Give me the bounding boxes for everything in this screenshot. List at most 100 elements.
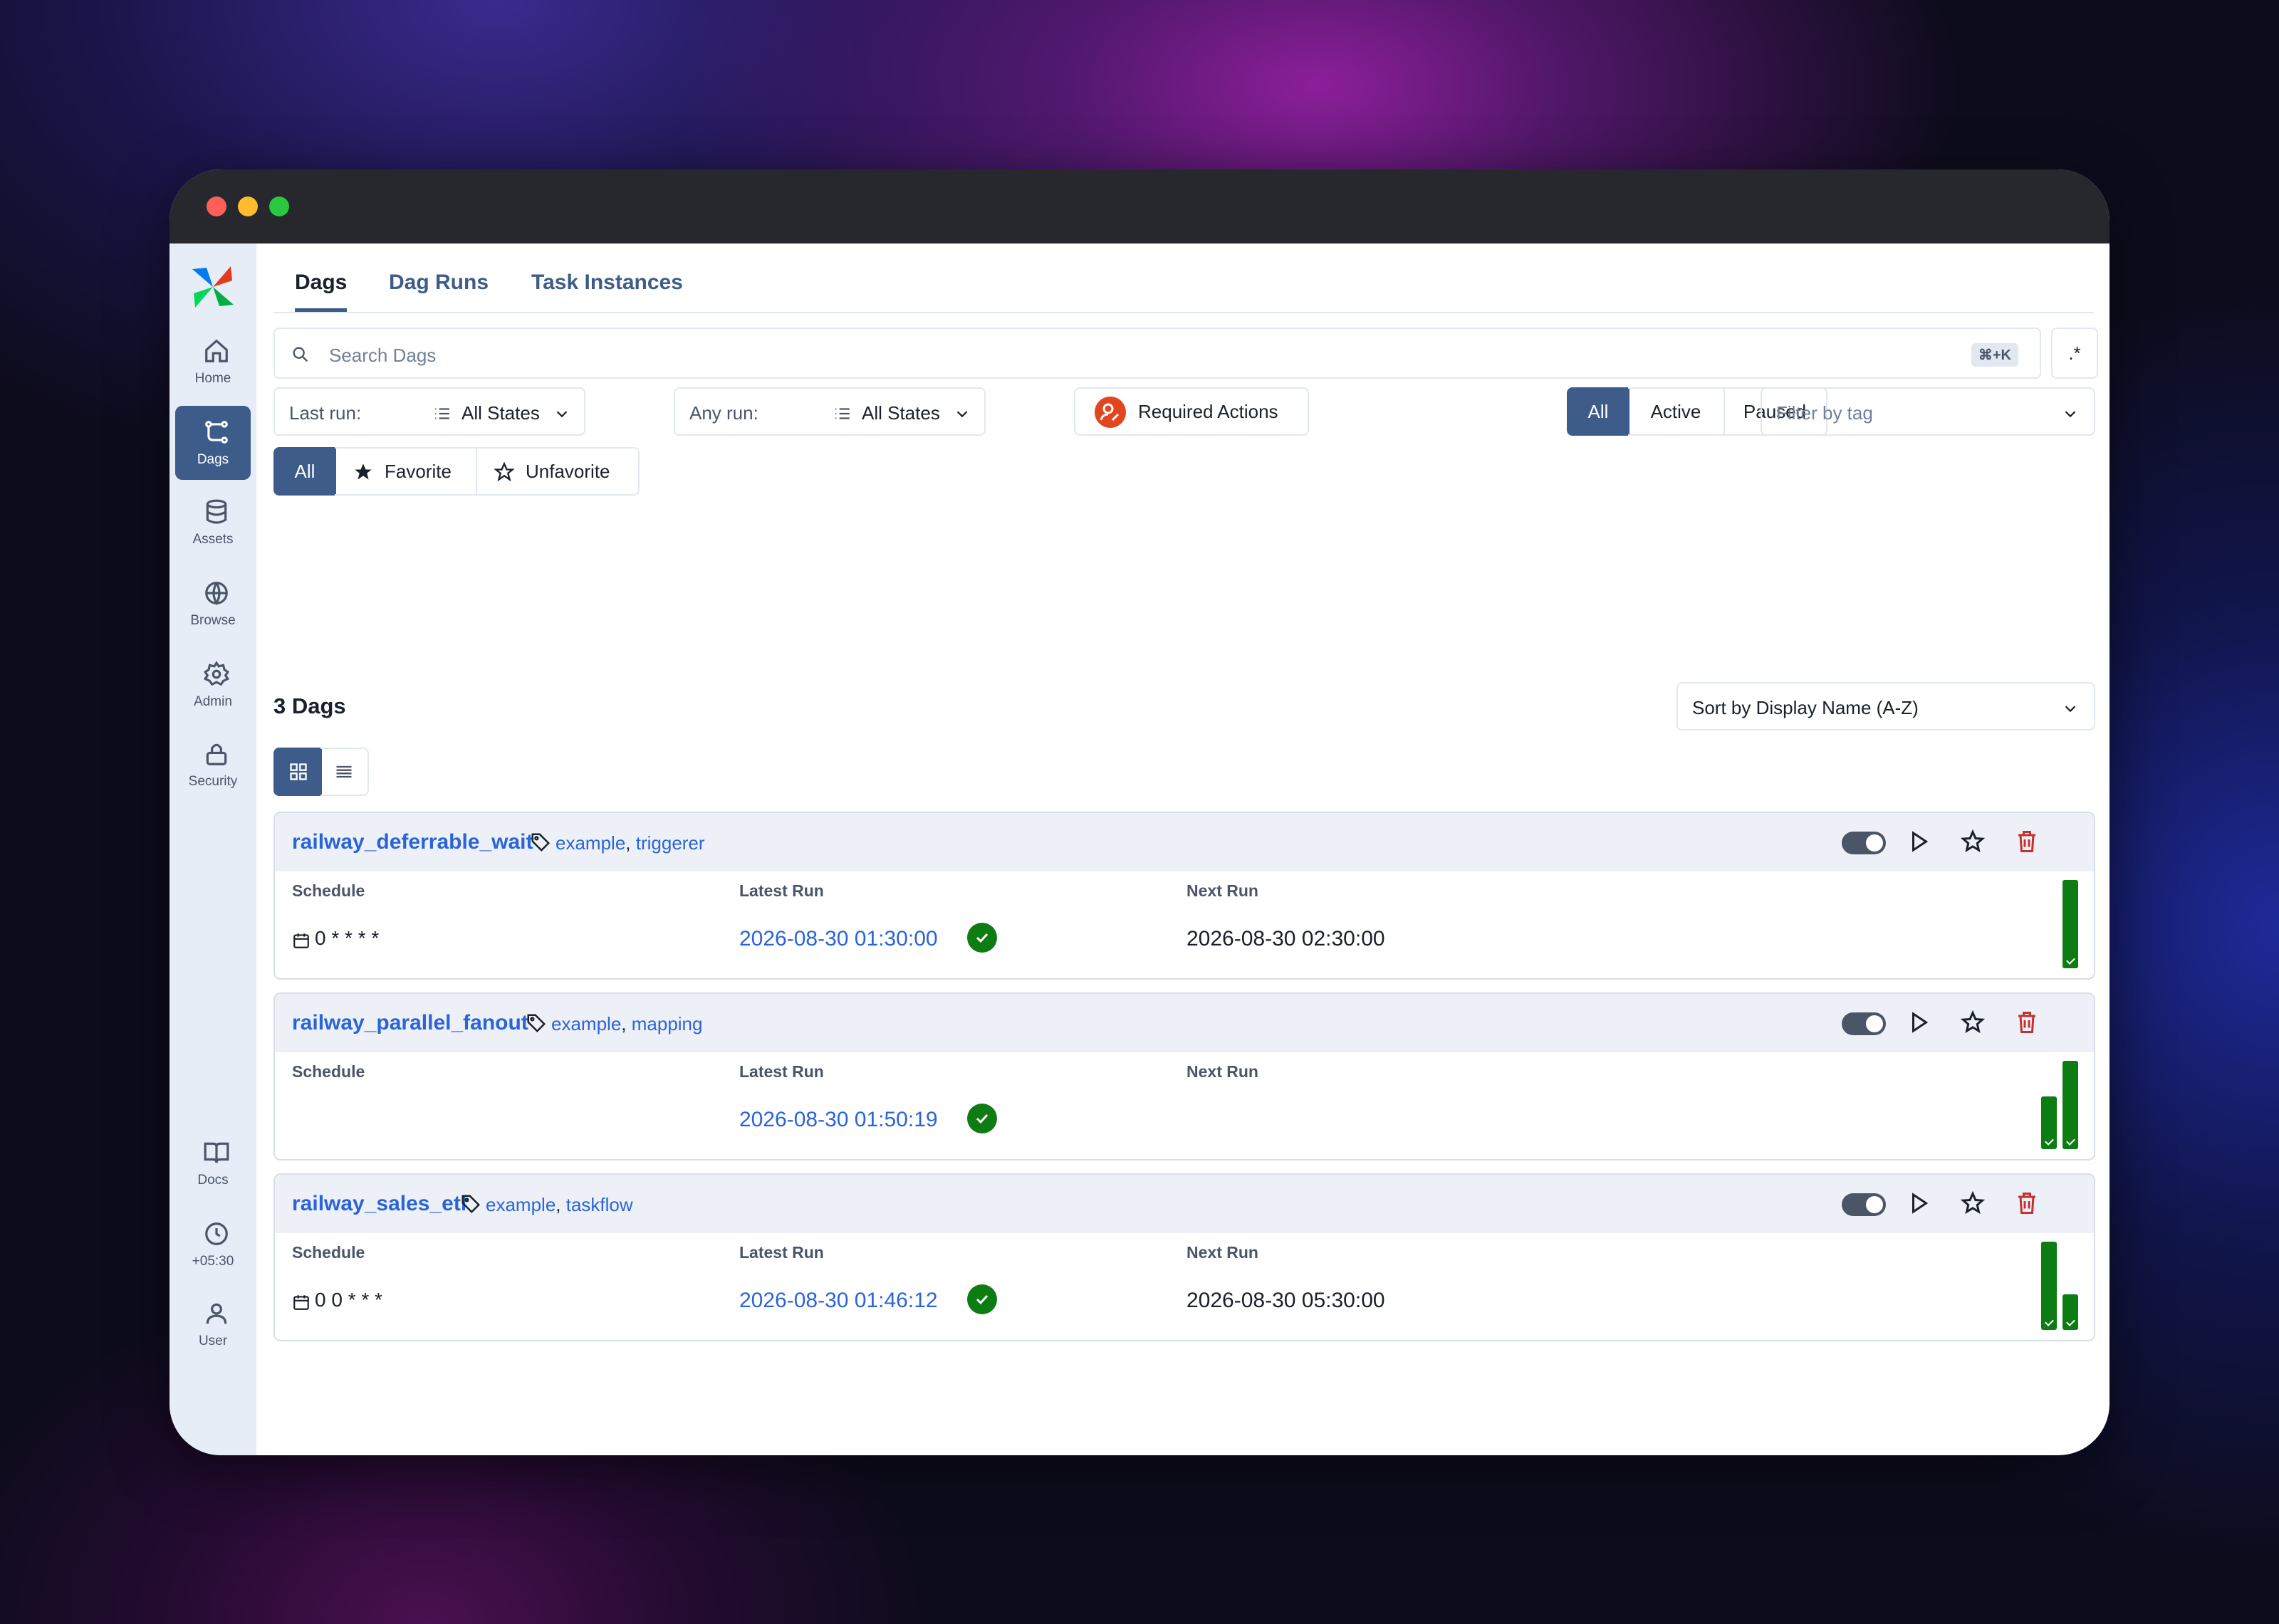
latest-run-link[interactable]: 2026-08-30 01:30:00 (739, 927, 938, 951)
recent-run-bar[interactable] (2062, 1061, 2078, 1149)
last-run-filter[interactable]: Last run: All States (273, 387, 585, 436)
list-view-button[interactable] (320, 748, 369, 796)
dag-count: 3 Dags (273, 693, 346, 718)
chevron-down-icon (956, 411, 968, 418)
favorite-filter-all[interactable]: All (273, 447, 336, 496)
tag-icon (531, 833, 551, 852)
chevron-down-icon (556, 411, 568, 418)
delete-trash-icon[interactable] (2014, 1190, 2040, 1216)
trigger-run-icon[interactable] (1906, 829, 1931, 854)
regex-search-button[interactable]: .* (2051, 328, 2098, 379)
chevron-down-icon (2065, 706, 2076, 713)
required-actions-icon (1095, 397, 1126, 428)
sidebar-item-dags[interactable]: Dags (175, 406, 251, 480)
star-outline-icon (494, 462, 514, 482)
latest-run-header: Latest Run (739, 1062, 824, 1081)
dag-tags: example, triggerer (556, 832, 705, 854)
dag-card-header (275, 994, 2094, 1052)
minimize-window-button[interactable] (238, 197, 258, 216)
sidebar-item-user[interactable]: User (175, 1287, 251, 1361)
sidebar-item-security[interactable]: Security (175, 728, 251, 802)
favorite-star-icon[interactable] (1960, 1190, 1986, 1216)
sidebar-item-home[interactable]: Home (175, 325, 251, 399)
database-icon (206, 499, 227, 524)
tab-dag-runs[interactable]: Dag Runs (389, 271, 489, 312)
search-icon (293, 347, 308, 362)
dag-name-link[interactable]: railway_parallel_fanout (292, 1011, 528, 1035)
delete-trash-icon[interactable] (2014, 1010, 2040, 1035)
sidebar-item-label: Admin (194, 694, 232, 709)
tag-filter[interactable]: Filter by tag (1761, 387, 2095, 436)
recent-run-bar[interactable] (2041, 1242, 2057, 1330)
sidebar-item-label: Dags (197, 452, 229, 467)
calendar-icon (293, 933, 309, 948)
airflow-logo-icon[interactable] (189, 263, 236, 310)
any-run-filter[interactable]: Any run: All States (674, 387, 986, 436)
sidebar-item-browse[interactable]: Browse (175, 567, 251, 641)
recent-run-bar[interactable] (2041, 1096, 2057, 1149)
dag-tags: example, taskflow (486, 1194, 633, 1215)
required-actions-button[interactable]: Required Actions (1074, 387, 1309, 436)
sidebar-item-admin[interactable]: Admin (175, 648, 251, 722)
success-state-icon (967, 1104, 997, 1133)
dag-tag-link[interactable]: taskflow (566, 1194, 633, 1215)
sort-select[interactable]: Sort by Display Name (A-Z) (1676, 682, 2095, 730)
latest-run-link[interactable]: 2026-08-30 01:46:12 (739, 1289, 938, 1313)
maximize-window-button[interactable] (269, 197, 289, 216)
sidebar-item-assets[interactable]: Assets (175, 486, 251, 560)
dag-card: railway_sales_etl example, taskflow Schedu… (273, 1173, 2095, 1341)
any-run-label: Any run: (689, 402, 758, 424)
dag-tag-link[interactable]: example (556, 832, 625, 854)
favorite-star-icon[interactable] (1960, 1010, 1986, 1035)
trigger-run-icon[interactable] (1906, 1190, 1931, 1216)
unfavorite-label: Unfavorite (526, 461, 610, 482)
app-window: Home Dags Assets Browse Admin Security D… (170, 169, 2109, 1455)
sidebar-item-label: Docs (197, 1173, 229, 1188)
pause-toggle[interactable] (1842, 1193, 1886, 1216)
recent-run-bar[interactable] (2062, 880, 2078, 968)
dag-name-link[interactable]: railway_deferrable_wait (292, 830, 533, 854)
main-content: Dags Dag Runs Task Instances Search Dags… (256, 243, 2109, 1455)
trigger-run-icon[interactable] (1906, 1010, 1931, 1035)
sidebar-item-docs[interactable]: Docs (175, 1126, 251, 1200)
tab-task-instances[interactable]: Task Instances (531, 271, 683, 312)
state-filter-active[interactable]: Active (1628, 387, 1725, 436)
close-window-button[interactable] (207, 197, 226, 216)
sidebar: Home Dags Assets Browse Admin Security D… (170, 243, 256, 1455)
schedule-header: Schedule (292, 881, 365, 900)
tag-icon (527, 1014, 546, 1033)
recent-run-bar[interactable] (2062, 1294, 2078, 1330)
dag-name-link[interactable]: railway_sales_etl (292, 1192, 466, 1216)
grid-view-button[interactable] (273, 748, 322, 796)
delete-trash-icon[interactable] (2014, 829, 2040, 854)
favorite-star-icon[interactable] (1960, 829, 1986, 854)
sidebar-item-timezone[interactable]: +05:30 (175, 1207, 251, 1282)
book-icon (204, 1142, 229, 1163)
search-bar[interactable]: Search Dags ⌘+K (273, 328, 2041, 379)
dag-card: railway_deferrable_wait example, triggere… (273, 812, 2095, 980)
dag-tag-link[interactable]: example (551, 1013, 621, 1034)
calendar-icon (293, 1295, 309, 1310)
latest-run-link[interactable]: 2026-08-30 01:50:19 (739, 1108, 938, 1132)
star-filled-icon (355, 463, 372, 480)
sidebar-item-label: +05:30 (192, 1254, 234, 1269)
dag-tag-link[interactable]: mapping (632, 1013, 703, 1034)
state-filter-all[interactable]: All (1567, 387, 1629, 436)
favorite-filter-unfavorite[interactable]: Unfavorite (476, 447, 640, 496)
latest-run-header: Latest Run (739, 1243, 824, 1262)
favorite-filter-favorite[interactable]: Favorite (335, 447, 477, 496)
success-state-icon (967, 923, 997, 953)
sidebar-item-label: Home (194, 371, 231, 386)
pause-toggle[interactable] (1842, 832, 1886, 854)
sort-value: Sort by Display Name (A-Z) (1692, 697, 1919, 718)
latest-run-header: Latest Run (739, 881, 824, 900)
pause-toggle[interactable] (1842, 1012, 1886, 1035)
list-icon (835, 408, 850, 419)
sidebar-item-label: Browse (190, 613, 236, 628)
dags-icon (205, 421, 228, 444)
tab-dags[interactable]: Dags (295, 271, 348, 312)
chevron-down-icon (2065, 411, 2076, 418)
dag-tag-link[interactable]: example (486, 1194, 556, 1215)
dag-tag-link[interactable]: triggerer (636, 832, 705, 854)
search-input[interactable]: Search Dags (329, 345, 436, 367)
